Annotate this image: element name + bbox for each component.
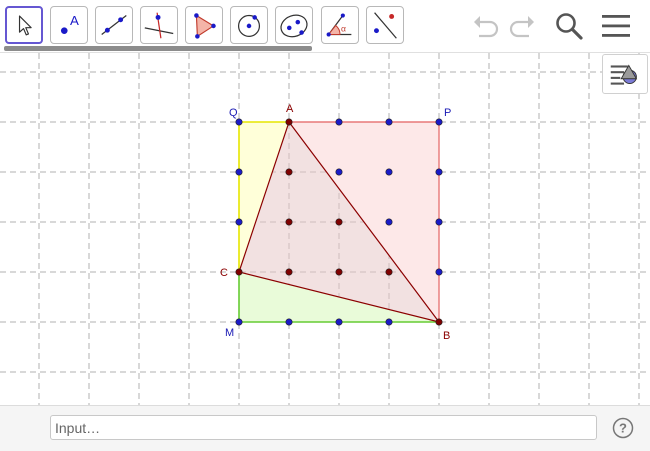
free-point[interactable] [385,218,393,226]
point-label-p: P [444,107,451,119]
free-point[interactable] [385,168,393,176]
cursor-arrow-icon [18,15,32,36]
redo-icon [509,16,534,38]
free-point[interactable] [285,318,293,326]
point-label-b: B [443,330,450,342]
style-bar-icon [610,64,638,85]
point-label-a: A [286,103,294,115]
circle-icon [237,14,261,37]
redo-button[interactable] [506,10,538,42]
dependent-point[interactable] [285,118,293,126]
free-point[interactable] [335,318,343,326]
reflect-icon [374,12,397,39]
ellipse-icon [280,14,308,38]
search-button[interactable] [553,10,585,42]
free-point[interactable] [235,118,243,126]
main-menu-button[interactable] [600,10,632,42]
dependent-point[interactable] [285,268,293,276]
line-tool-button[interactable] [95,6,133,44]
menu-icon [602,15,630,37]
help-icon: ? [612,417,634,439]
point-tool-button[interactable]: A [50,6,88,44]
free-point[interactable] [235,218,243,226]
free-point[interactable] [435,268,443,276]
point-label-q: Q [229,107,238,119]
dependent-point[interactable] [335,218,343,226]
style-bar-toggle-button[interactable] [602,54,648,94]
reflect-tool-button[interactable] [366,6,404,44]
undo-button[interactable] [470,10,502,42]
undo-icon [474,16,499,38]
input-bar-container: ? [0,405,650,451]
dependent-point[interactable] [435,318,443,326]
graphics-view[interactable]: Q A P C M B [0,53,650,405]
point-icon: A [60,13,79,34]
angle-icon: α [326,13,352,37]
ellipse-tool-button[interactable] [275,6,313,44]
dependent-point[interactable] [235,268,243,276]
free-point[interactable] [385,318,393,326]
dependent-point[interactable] [385,268,393,276]
free-point[interactable] [435,168,443,176]
dependent-point[interactable] [285,168,293,176]
toolbar: A α [0,0,650,53]
dependent-point[interactable] [335,268,343,276]
free-point[interactable] [435,118,443,126]
polygon-icon [194,13,216,39]
toolbar-scrollbar[interactable] [4,46,312,51]
free-point[interactable] [335,168,343,176]
free-point[interactable] [235,168,243,176]
graphics-canvas[interactable]: Q A P C M B [0,53,650,405]
point-label-m: M [225,327,234,339]
free-point[interactable] [235,318,243,326]
free-point[interactable] [335,118,343,126]
perpendicular-line-icon [144,12,174,39]
dependent-point[interactable] [285,218,293,226]
perpendicular-tool-button[interactable] [140,6,178,44]
point-label-c: C [220,267,228,279]
circle-tool-button[interactable] [230,6,268,44]
free-point[interactable] [385,118,393,126]
free-point[interactable] [435,218,443,226]
input-help-button[interactable]: ? [612,417,634,439]
algebra-input-field[interactable] [50,415,597,440]
angle-tool-button[interactable]: α [321,6,359,44]
polygon-tool-button[interactable] [185,6,223,44]
svg-text:?: ? [619,421,627,436]
search-icon [556,13,583,40]
point-tool-label: A [70,13,79,28]
angle-tool-label: α [341,24,346,34]
line-icon [101,15,127,35]
move-tool-button[interactable] [5,6,43,44]
